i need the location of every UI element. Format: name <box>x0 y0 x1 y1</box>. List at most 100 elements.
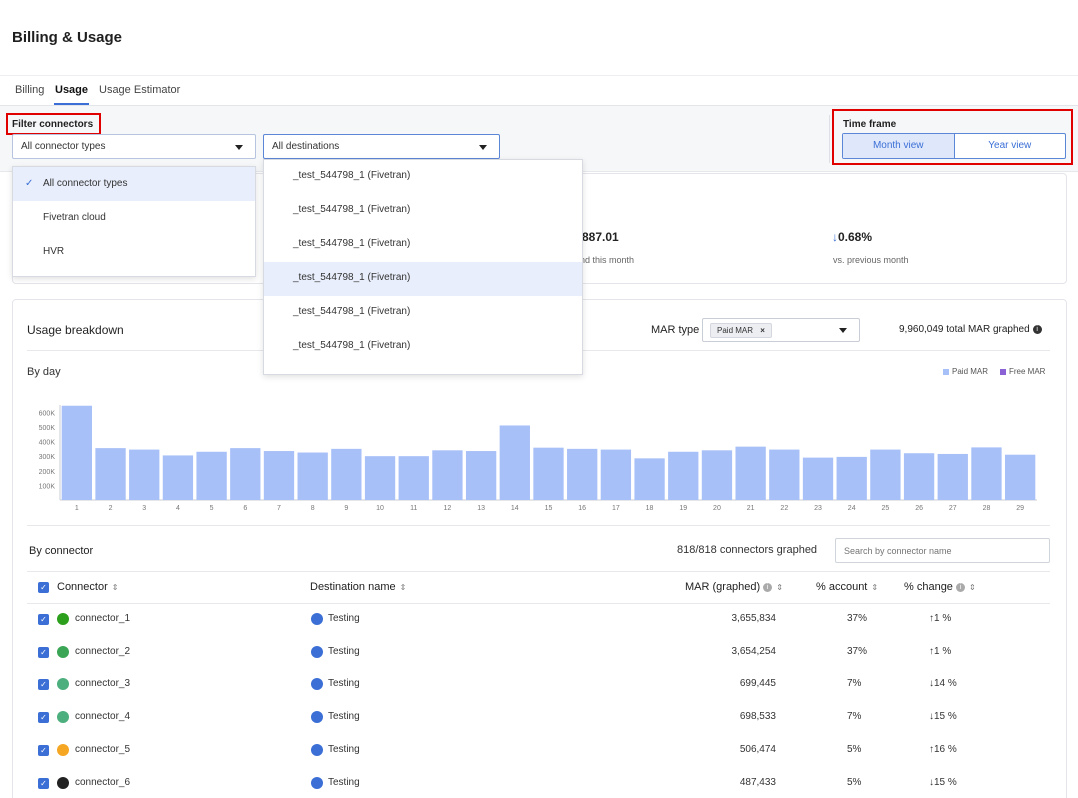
x-tick-label: 17 <box>612 505 620 512</box>
row-checkbox[interactable]: ✓ <box>38 744 49 756</box>
account-percent: 37% <box>847 613 868 624</box>
col-change[interactable]: % change i ⇕ <box>904 581 976 593</box>
x-tick-label: 16 <box>578 505 586 512</box>
sort-icon[interactable]: ⇕ <box>776 583 783 592</box>
tab-usage[interactable]: Usage <box>55 84 88 96</box>
table-row[interactable] <box>27 705 1050 735</box>
destination-option[interactable]: _test_544798_1 (Fivetran) <box>264 296 582 330</box>
tab-bar: Billing Usage Usage Estimator <box>0 75 1078 106</box>
destination-icon <box>311 743 323 756</box>
chart-bar <box>701 450 733 500</box>
destination-icon <box>311 711 323 724</box>
row-checkbox[interactable]: ✓ <box>38 712 49 724</box>
time-frame-label: Time frame <box>843 119 897 130</box>
chart-bar <box>263 451 295 500</box>
connector-search-input[interactable] <box>835 538 1050 563</box>
destination-option-label: _test_544798_1 (Fivetran) <box>293 204 411 215</box>
table-row[interactable] <box>27 738 1050 768</box>
chevron-down-icon <box>839 328 847 333</box>
x-tick-label: 6 <box>243 505 247 512</box>
sort-icon[interactable]: ⇕ <box>871 583 878 592</box>
y-tick-label: 600K <box>39 410 56 417</box>
table-row[interactable] <box>27 771 1050 798</box>
col-change-label: % change <box>904 581 953 593</box>
chart-bar <box>870 449 901 500</box>
connector-option-fivetran-cloud[interactable]: Fivetran cloud <box>13 201 255 235</box>
chart-bar <box>61 405 93 500</box>
info-icon[interactable]: i <box>763 583 773 592</box>
destination-name: Testing <box>328 743 360 755</box>
mar-type-select[interactable]: Paid MAR × <box>702 318 860 342</box>
y-tick-label: 400K <box>39 440 56 447</box>
x-tick-label: 26 <box>915 505 923 512</box>
x-tick-label: 8 <box>311 505 315 512</box>
col-mar-label: MAR (graphed) <box>685 581 761 593</box>
month-view-button[interactable]: Month view <box>843 134 955 158</box>
mar-type-label: MAR type <box>651 324 700 336</box>
chart-bar <box>634 458 665 500</box>
x-tick-label: 18 <box>646 505 654 512</box>
x-tick-label: 27 <box>949 505 957 512</box>
paid-mar-chip-label: Paid MAR <box>717 326 754 335</box>
tab-usage-estimator[interactable]: Usage Estimator <box>99 84 180 96</box>
change-cell: ↑1 % <box>929 613 951 624</box>
table-row[interactable] <box>27 607 1050 637</box>
table-row[interactable] <box>27 672 1050 702</box>
destination-option-label: _test_544798_1 (Fivetran) <box>293 272 411 283</box>
row-checkbox[interactable]: ✓ <box>38 777 49 789</box>
total-mar-label: 9,960,049 total MAR graphed i <box>899 324 1042 335</box>
table-row[interactable] <box>27 640 1050 670</box>
select-all-checkbox[interactable]: ✓ <box>38 582 49 593</box>
col-destination-label: Destination name <box>310 581 396 593</box>
x-tick-label: 14 <box>511 505 519 512</box>
row-checkbox[interactable]: ✓ <box>38 614 49 625</box>
col-account[interactable]: % account ⇕ <box>816 581 878 593</box>
col-destination[interactable]: Destination name ⇕ <box>310 581 406 593</box>
connector-option-label: All connector types <box>43 178 128 189</box>
sort-icon[interactable]: ⇕ <box>969 583 976 592</box>
info-icon[interactable]: i <box>1032 325 1042 334</box>
close-icon[interactable]: × <box>760 326 765 335</box>
destination-option-label: _test_544798_1 (Fivetran) <box>293 170 411 181</box>
divider <box>27 571 1050 572</box>
change-value: 1 % <box>934 613 952 624</box>
tab-billing[interactable]: Billing <box>15 84 44 96</box>
destination-option[interactable]: _test_544798_1 (Fivetran) <box>264 228 582 262</box>
change-value: 1 % <box>934 645 952 657</box>
info-icon[interactable]: i <box>955 583 965 592</box>
col-mar[interactable]: MAR (graphed) i ⇕ <box>685 581 783 593</box>
chart-bar <box>230 448 261 500</box>
destination-option[interactable]: _test_544798_1 (Fivetran) <box>264 194 582 228</box>
destination-option[interactable]: _test_544798_1 (Fivetran) <box>264 160 582 194</box>
mar-value: 3,655,834 <box>731 613 777 624</box>
destination-select[interactable]: All destinations <box>263 134 500 159</box>
chart-bar <box>364 456 396 500</box>
change-cell: ↓14 % <box>929 678 957 689</box>
destination-icon <box>311 645 323 658</box>
sort-icon[interactable]: ⇕ <box>112 583 119 592</box>
connector-option-all[interactable]: ✓ All connector types <box>13 167 255 201</box>
x-tick-label: 5 <box>210 505 214 512</box>
spend-value: 887.01 <box>582 230 619 244</box>
y-tick-label: 100K <box>39 483 56 490</box>
destination-name: Testing <box>328 678 360 690</box>
year-view-button[interactable]: Year view <box>955 134 1066 158</box>
connector-option-hvr[interactable]: HVR <box>13 235 255 269</box>
destination-name: Testing <box>328 711 360 723</box>
mar-value: 698,533 <box>739 711 776 723</box>
destination-icon <box>311 613 323 625</box>
row-checkbox[interactable]: ✓ <box>38 646 49 658</box>
destination-option[interactable]: _test_544798_1 (Fivetran) <box>264 262 582 296</box>
by-connector-title: By connector <box>29 545 94 557</box>
connector-type-dropdown: ✓ All connector types Fivetran cloud HVR <box>12 166 256 277</box>
destination-option[interactable]: _test_544798_1 (Fivetran) <box>264 330 582 364</box>
row-checkbox[interactable]: ✓ <box>38 679 49 691</box>
sort-icon[interactable]: ⇕ <box>400 583 407 592</box>
change-stat: ↓0.68% <box>832 230 872 244</box>
col-connector[interactable]: Connector ⇕ <box>57 581 118 593</box>
x-tick-label: 19 <box>679 505 687 512</box>
change-value: 14 % <box>934 678 957 690</box>
x-tick-label: 1 <box>75 505 79 512</box>
connector-type-select[interactable]: All connector types <box>12 134 256 159</box>
connector-name: connector_3 <box>75 678 131 690</box>
